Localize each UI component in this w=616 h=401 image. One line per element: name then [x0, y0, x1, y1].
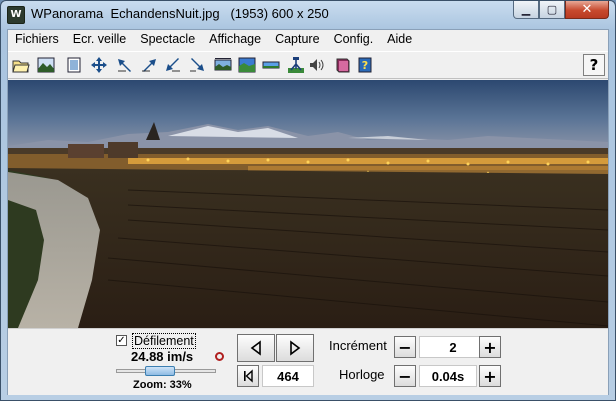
increment-field[interactable]: 2 — [419, 336, 487, 358]
book-icon[interactable] — [332, 54, 354, 76]
flat-view-icon[interactable] — [260, 54, 282, 76]
close-icon[interactable]: ✕ — [565, 1, 609, 19]
zoom-slider-thumb[interactable] — [145, 366, 176, 376]
help-topics-icon[interactable]: ? — [355, 54, 377, 76]
scroll-checkbox[interactable]: ✓ — [116, 335, 127, 346]
menu-capture[interactable]: Capture — [268, 30, 326, 49]
scroll-left-down-icon[interactable] — [162, 54, 184, 76]
increment-label: Incrément — [329, 338, 387, 353]
help-question-icon[interactable]: ? — [583, 54, 605, 76]
open-file-icon[interactable] — [10, 54, 32, 76]
triangle-right-icon — [290, 340, 301, 356]
position-field[interactable]: 464 — [262, 365, 314, 387]
title-bar[interactable]: W WPanorama EchandensNuit.jpg (1953) 600… — [1, 1, 615, 28]
menu-aide[interactable]: Aide — [380, 30, 419, 49]
night-panorama-picture — [8, 80, 608, 328]
speaker-icon[interactable] — [306, 54, 328, 76]
menu-bar: Fichiers Ecr. veille Spectacle Affichage… — [8, 30, 608, 49]
tripod-icon[interactable] — [285, 54, 307, 76]
minimize-icon[interactable]: ▁ — [513, 1, 539, 19]
speed-readout: 24.88 im/s — [131, 349, 194, 364]
panorama-icon[interactable] — [212, 54, 234, 76]
go-to-start-button[interactable] — [237, 365, 259, 387]
scroll-checkbox-label[interactable]: Défilement — [132, 333, 196, 349]
app-icon[interactable]: W — [7, 6, 25, 24]
clock-field[interactable]: 0.04s — [419, 365, 477, 387]
scroll-right-up-icon[interactable] — [138, 54, 160, 76]
window-controls: ▁ ▢ ✕ — [513, 1, 609, 20]
svg-text:?: ? — [362, 59, 368, 72]
menu-affichage[interactable]: Affichage — [202, 30, 268, 49]
panorama-image[interactable] — [8, 80, 608, 328]
maximize-icon[interactable]: ▢ — [539, 1, 565, 19]
triangle-left-icon — [250, 340, 261, 356]
previous-button[interactable] — [237, 334, 275, 362]
move-arrows-icon[interactable] — [88, 54, 110, 76]
increment-minus-button[interactable]: − — [394, 336, 416, 358]
zoom-readout: Zoom: 33% — [133, 379, 192, 391]
control-panel: ✓ Défilement 24.88 im/s Zoom: 33% 464 In… — [8, 328, 608, 395]
picture-icon[interactable] — [35, 54, 57, 76]
menu-config[interactable]: Config. — [327, 30, 381, 49]
clock-minus-button[interactable]: − — [394, 365, 416, 387]
toolbar: ? ? — [8, 51, 608, 79]
clock-label: Horloge — [339, 367, 385, 382]
window-title: WPanorama EchandensNuit.jpg (1953) 600 x… — [31, 6, 329, 21]
next-button[interactable] — [276, 334, 314, 362]
clock-plus-button[interactable]: + — [479, 365, 501, 387]
fit-screen-icon[interactable] — [63, 54, 85, 76]
scroll-right-down-icon[interactable] — [186, 54, 208, 76]
menu-spectacle[interactable]: Spectacle — [133, 30, 202, 49]
snail-icon — [215, 352, 224, 361]
menu-fichiers[interactable]: Fichiers — [8, 30, 66, 49]
application-window: W WPanorama EchandensNuit.jpg (1953) 600… — [0, 0, 616, 401]
menu-ecr-veille[interactable]: Ecr. veille — [66, 30, 134, 49]
tile-view-icon[interactable] — [236, 54, 258, 76]
client-area: Fichiers Ecr. veille Spectacle Affichage… — [7, 29, 609, 395]
scroll-left-up-icon[interactable] — [114, 54, 136, 76]
increment-plus-button[interactable]: + — [479, 336, 501, 358]
skip-start-icon — [244, 369, 253, 383]
